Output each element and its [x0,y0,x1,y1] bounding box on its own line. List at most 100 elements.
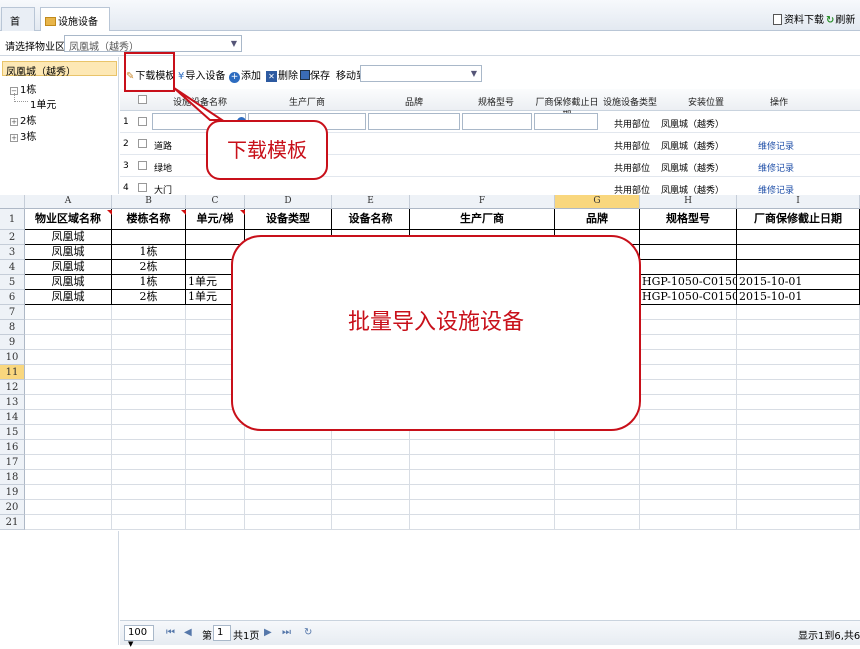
sheet-cell[interactable] [112,500,186,515]
sheet-cell[interactable] [737,335,860,350]
column-header[interactable]: 操作 [754,95,804,108]
sheet-cell[interactable] [245,470,332,485]
column-header[interactable]: 安装位置 [658,95,754,108]
model-input[interactable] [462,113,532,130]
sheet-cell[interactable] [25,335,112,350]
tree-item-building2[interactable]: +2栋 [10,112,36,127]
column-letter[interactable]: E [332,195,410,209]
sheet-cell[interactable] [25,455,112,470]
sheet-cell[interactable] [25,410,112,425]
page-size-select[interactable]: 100 ▼ [124,625,154,648]
sheet-cell[interactable] [112,395,186,410]
column-letter[interactable]: F [410,195,555,209]
sheet-cell[interactable] [112,440,186,455]
sheet-cell[interactable] [737,425,860,440]
download-materials-button[interactable]: 资料下载 [773,11,824,26]
column-header[interactable]: 规格型号 [460,95,532,108]
sheet-header-cell[interactable]: 规格型号 [640,209,737,230]
refresh-button[interactable]: ↻刷新 [826,11,855,26]
tab-facility-management[interactable]: 设施设备管理× [40,7,110,43]
row-number[interactable]: 16 [0,440,25,455]
sheet-cell[interactable] [640,500,737,515]
tree-item-unit1[interactable]: 1单元 [30,96,56,111]
sheet-cell[interactable]: 2015-10-01 [737,275,860,290]
sheet-cell[interactable] [410,500,555,515]
sheet-header-cell[interactable]: 设备名称 [332,209,410,230]
repair-record-link[interactable]: 维修记录 [758,161,794,174]
sheet-cell[interactable] [737,305,860,320]
prev-page-icon[interactable]: ◀ [184,627,192,638]
expand-icon[interactable]: + [10,118,18,126]
sheet-cell[interactable] [737,410,860,425]
column-letter[interactable]: A [25,195,112,209]
page-number-input[interactable]: 1 [213,625,231,641]
sheet-cell[interactable] [640,230,737,245]
sheet-cell[interactable] [25,320,112,335]
sheet-cell[interactable] [186,440,245,455]
column-header[interactable]: 生产厂商 [248,95,366,108]
sheet-cell[interactable] [640,350,737,365]
sheet-header-cell[interactable]: 楼栋名称 [112,209,186,230]
select-all-corner[interactable] [0,195,25,209]
sheet-cell[interactable]: 1栋 [112,245,186,260]
sheet-cell[interactable] [112,380,186,395]
row-checkbox[interactable] [138,161,147,170]
tree-item-building3[interactable]: +3栋 [10,128,36,143]
expand-icon[interactable]: + [10,134,18,142]
sheet-cell[interactable] [25,515,112,530]
sheet-cell[interactable]: 2栋 [112,260,186,275]
sheet-cell[interactable] [25,350,112,365]
row-number[interactable]: 8 [0,320,25,335]
sheet-cell[interactable] [555,500,640,515]
brand-input[interactable] [368,113,460,130]
sheet-cell[interactable] [112,470,186,485]
sheet-cell[interactable] [640,245,737,260]
sheet-cell[interactable] [186,485,245,500]
row-number[interactable]: 3 [0,245,25,260]
sheet-cell[interactable] [737,350,860,365]
row-number[interactable]: 17 [0,455,25,470]
add-button[interactable]: + 添加 [229,67,261,83]
sheet-cell[interactable] [112,485,186,500]
sheet-header-cell[interactable]: 生产厂商 [410,209,555,230]
tree-root-node[interactable]: 凤凰城（越秀） [2,61,117,78]
sheet-cell[interactable] [640,305,737,320]
sheet-header-cell[interactable]: 物业区域名称 [25,209,112,230]
region-select[interactable]: 凤凰城（越秀） ▼ [64,35,242,53]
sheet-cell[interactable] [112,425,186,440]
sheet-cell[interactable] [25,485,112,500]
sheet-cell[interactable] [245,440,332,455]
sheet-cell[interactable] [737,320,860,335]
save-button[interactable]: 保存 [300,67,330,82]
sheet-cell[interactable] [640,515,737,530]
column-header[interactable]: 设施设备类型 [600,95,660,108]
sheet-cell[interactable] [245,455,332,470]
row-number[interactable]: 7 [0,305,25,320]
sheet-cell[interactable] [332,500,410,515]
sheet-cell[interactable] [737,515,860,530]
sheet-cell[interactable] [555,470,640,485]
sheet-header-cell[interactable]: 厂商保修截止日期 [737,209,860,230]
sheet-cell[interactable] [25,440,112,455]
row-number[interactable]: 18 [0,470,25,485]
row-number[interactable]: 15 [0,425,25,440]
sheet-cell[interactable] [640,260,737,275]
last-page-icon[interactable]: ⏭ [282,627,291,638]
column-header[interactable]: 品牌 [368,95,460,108]
sheet-cell[interactable] [640,470,737,485]
sheet-cell[interactable] [25,305,112,320]
sheet-cell[interactable] [555,515,640,530]
sheet-cell[interactable] [25,500,112,515]
row-number[interactable]: 11 [0,365,25,380]
sheet-cell[interactable] [112,350,186,365]
sheet-cell[interactable]: 凤凰城 [25,230,112,245]
sheet-cell[interactable] [737,230,860,245]
sheet-cell[interactable] [640,455,737,470]
sheet-header-cell[interactable]: 设备类型 [245,209,332,230]
sheet-cell[interactable] [640,335,737,350]
sheet-cell[interactable] [112,320,186,335]
sheet-cell[interactable]: 1栋 [112,275,186,290]
sheet-cell[interactable] [737,485,860,500]
sheet-cell[interactable] [640,395,737,410]
sheet-cell[interactable] [737,455,860,470]
